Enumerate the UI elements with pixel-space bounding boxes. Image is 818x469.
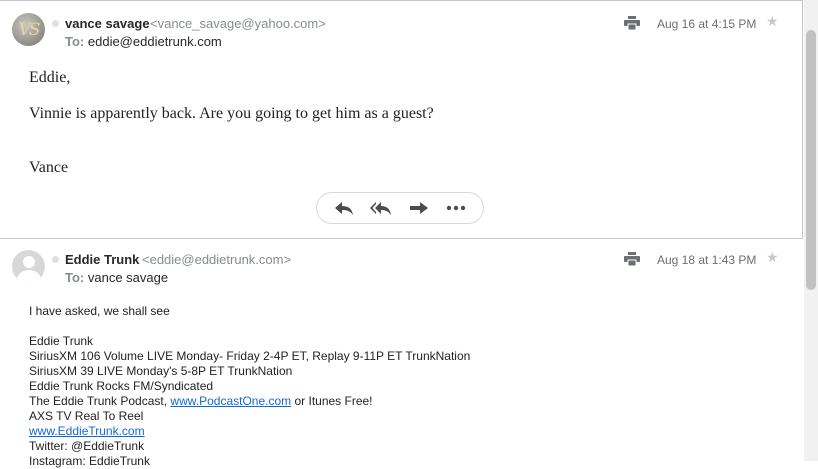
recipient[interactable]: eddie@eddietrunk.com <box>88 34 222 49</box>
recipient-line: To: eddie@eddietrunk.com <box>65 34 222 49</box>
body-text: I have asked, we shall see <box>29 304 170 318</box>
message-date: Aug 16 at 4:15 PM <box>657 17 757 31</box>
podcast-text: The Eddie Trunk Podcast, <box>29 394 171 408</box>
website-link[interactable]: www.EddieTrunk.com <box>29 424 145 438</box>
to-label: To: <box>65 34 85 49</box>
forward-icon[interactable] <box>408 199 430 217</box>
twitter-line: Twitter: @EddieTrunk <box>29 439 145 453</box>
sender-name[interactable]: Eddie Trunk <box>65 252 139 267</box>
sender-avatar[interactable]: VS <box>12 13 45 46</box>
body-text: Vinnie is apparently back. Are you going… <box>29 105 434 122</box>
podcast-text-suffix: or Itunes Free! <box>291 394 373 408</box>
print-icon[interactable] <box>624 16 640 30</box>
signature-name: Eddie Trunk <box>29 334 94 348</box>
body-signoff: Vance <box>29 159 69 176</box>
message-actions-bar <box>316 192 484 224</box>
sender-avatar-placeholder[interactable] <box>12 250 45 283</box>
signature-block: Eddie Trunk SiriusXM 106 Volume LIVE Mon… <box>29 334 470 469</box>
sender-email[interactable]: <vance_savage@yahoo.com> <box>150 16 326 31</box>
message-date: Aug 18 at 1:43 PM <box>657 253 757 267</box>
reply-icon[interactable] <box>333 199 355 217</box>
status-dot <box>52 20 59 27</box>
scrollbar[interactable] <box>804 0 818 461</box>
avatar-body-shape <box>17 270 41 283</box>
star-icon[interactable]: ★ <box>766 13 779 30</box>
reply-all-icon[interactable] <box>370 199 392 217</box>
sender-name[interactable]: vance savage <box>65 16 150 31</box>
avatar-head-shape <box>23 256 35 268</box>
signature-line: AXS TV Real To Reel <box>29 409 144 423</box>
body-greeting: Eddie, <box>29 69 71 86</box>
sender-email[interactable]: <eddie@eddietrunk.com> <box>142 252 291 267</box>
signature-line: SiriusXM 106 Volume LIVE Monday- Friday … <box>29 349 471 363</box>
signature-line: Eddie Trunk Rocks FM/Syndicated <box>29 379 214 393</box>
status-dot <box>52 256 59 263</box>
signature-line: SiriusXM 39 LIVE Monday's 5-8P ET TrunkN… <box>29 364 293 378</box>
recipient-line: To: vance savage <box>65 270 168 285</box>
scrollbar-thumb[interactable] <box>806 30 816 290</box>
podcastone-link[interactable]: www.PodcastOne.com <box>170 394 291 408</box>
star-icon[interactable]: ★ <box>766 249 779 266</box>
signature-line-podcast: The Eddie Trunk Podcast, www.PodcastOne.… <box>29 394 470 409</box>
print-icon[interactable] <box>624 252 640 266</box>
more-icon[interactable] <box>445 199 467 217</box>
instagram-line: Instagram: EddieTrunk <box>29 454 150 468</box>
message-card-1: VS vance savage <vance_savage@yahoo.com>… <box>0 0 803 239</box>
recipient[interactable]: vance savage <box>88 270 168 285</box>
to-label: To: <box>65 270 85 285</box>
